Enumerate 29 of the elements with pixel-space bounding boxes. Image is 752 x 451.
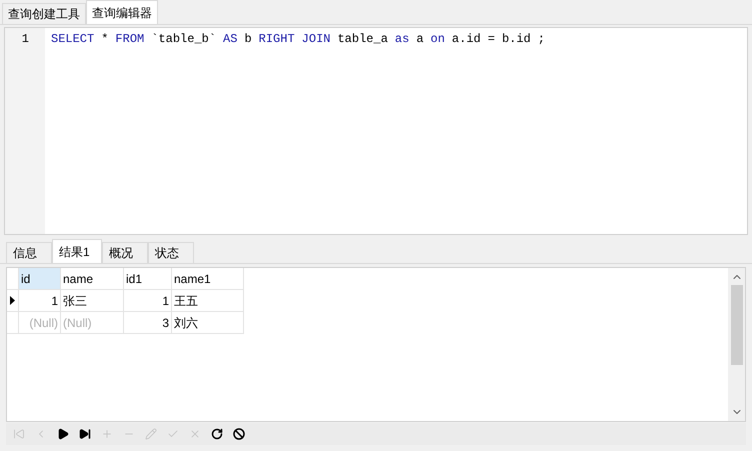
table-cell: 王五 xyxy=(172,290,244,312)
table-cell: 1 xyxy=(19,290,61,312)
column-header[interactable]: name xyxy=(61,268,124,290)
sql-editor[interactable]: 1 SELECT * FROM `table_b` AS b RIGHT JOIN table_a as a on a.id = b.id ; xyxy=(4,27,748,235)
column-header[interactable]: name1 xyxy=(172,268,244,290)
editor-tab[interactable]: 查询编辑器 xyxy=(86,0,158,24)
table-cell: 1 xyxy=(124,290,172,312)
table-cell: (Null) xyxy=(19,312,61,334)
stop-icon[interactable] xyxy=(233,428,245,440)
result-tab[interactable]: 状态 xyxy=(148,242,194,263)
scroll-thumb[interactable] xyxy=(730,285,742,365)
current-row-icon xyxy=(10,296,15,305)
table-cell: (Null) xyxy=(61,312,124,334)
column-header[interactable]: id1 xyxy=(124,268,172,290)
refresh-icon[interactable] xyxy=(211,428,223,440)
result-tab[interactable]: 信息 xyxy=(6,242,52,263)
result-tab[interactable]: 概况 xyxy=(102,242,148,263)
column-header[interactable]: id xyxy=(19,268,61,290)
play-icon[interactable] xyxy=(57,428,69,440)
line-number: 1 xyxy=(20,31,30,47)
result-tab[interactable]: 结果1 xyxy=(52,239,102,263)
row-indicator[interactable] xyxy=(7,290,19,312)
code-line: SELECT * FROM `table_b` AS b RIGHT JOIN table_a as a on a.id = b.id ; xyxy=(51,31,545,47)
table-cell: 张三 xyxy=(61,290,124,312)
scrollbar[interactable] xyxy=(728,268,745,421)
table-cell: 3 xyxy=(124,312,172,334)
last-icon[interactable] xyxy=(79,428,91,440)
editor-tab[interactable]: 查询创建工具 xyxy=(2,3,86,24)
table-cell: 刘六 xyxy=(172,312,244,334)
